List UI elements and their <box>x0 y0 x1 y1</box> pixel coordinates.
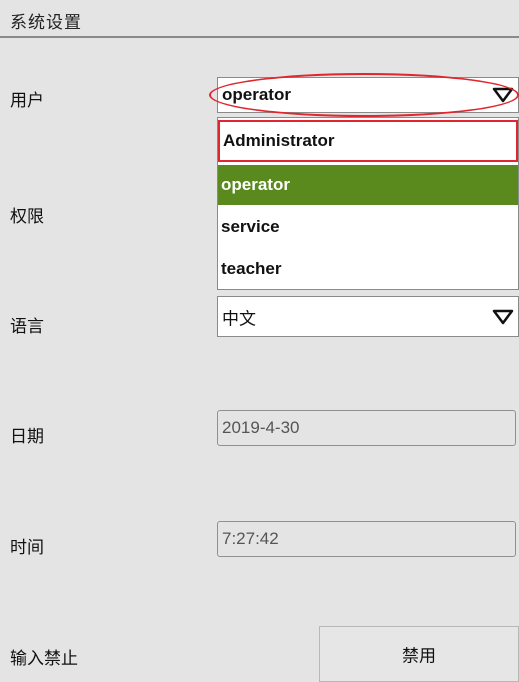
triangle-down-icon[interactable] <box>492 86 514 104</box>
time-field: 7:27:42 <box>217 521 516 557</box>
user-select-value: operator <box>222 85 291 104</box>
dropdown-option-service[interactable]: service <box>218 207 518 247</box>
time-label: 时间 <box>10 538 44 558</box>
permission-label: 权限 <box>10 207 44 227</box>
page-title: 系统设置 <box>10 13 82 33</box>
date-label: 日期 <box>10 427 44 447</box>
dropdown-option-teacher[interactable]: teacher <box>218 249 518 289</box>
dropdown-option-operator[interactable]: operator <box>218 165 518 205</box>
language-select-value: 中文 <box>222 309 256 329</box>
user-label: 用户 <box>10 91 44 111</box>
dropdown-option-administrator[interactable]: Administrator <box>218 120 518 162</box>
language-select[interactable]: 中文 <box>217 296 519 337</box>
input-lock-label: 输入禁止 <box>10 649 78 669</box>
user-select[interactable]: operator <box>217 77 519 113</box>
disable-input-button-label: 禁用 <box>402 646 436 667</box>
language-label: 语言 <box>10 317 44 337</box>
time-value: 7:27:42 <box>222 529 279 548</box>
triangle-down-icon[interactable] <box>492 308 514 326</box>
date-value: 2019-4-30 <box>222 418 300 437</box>
date-field: 2019-4-30 <box>217 410 516 446</box>
disable-input-button[interactable]: 禁用 <box>319 626 519 682</box>
user-dropdown-list: Administrator operator service teacher <box>217 117 519 290</box>
title-bar: 系统设置 <box>0 0 519 38</box>
